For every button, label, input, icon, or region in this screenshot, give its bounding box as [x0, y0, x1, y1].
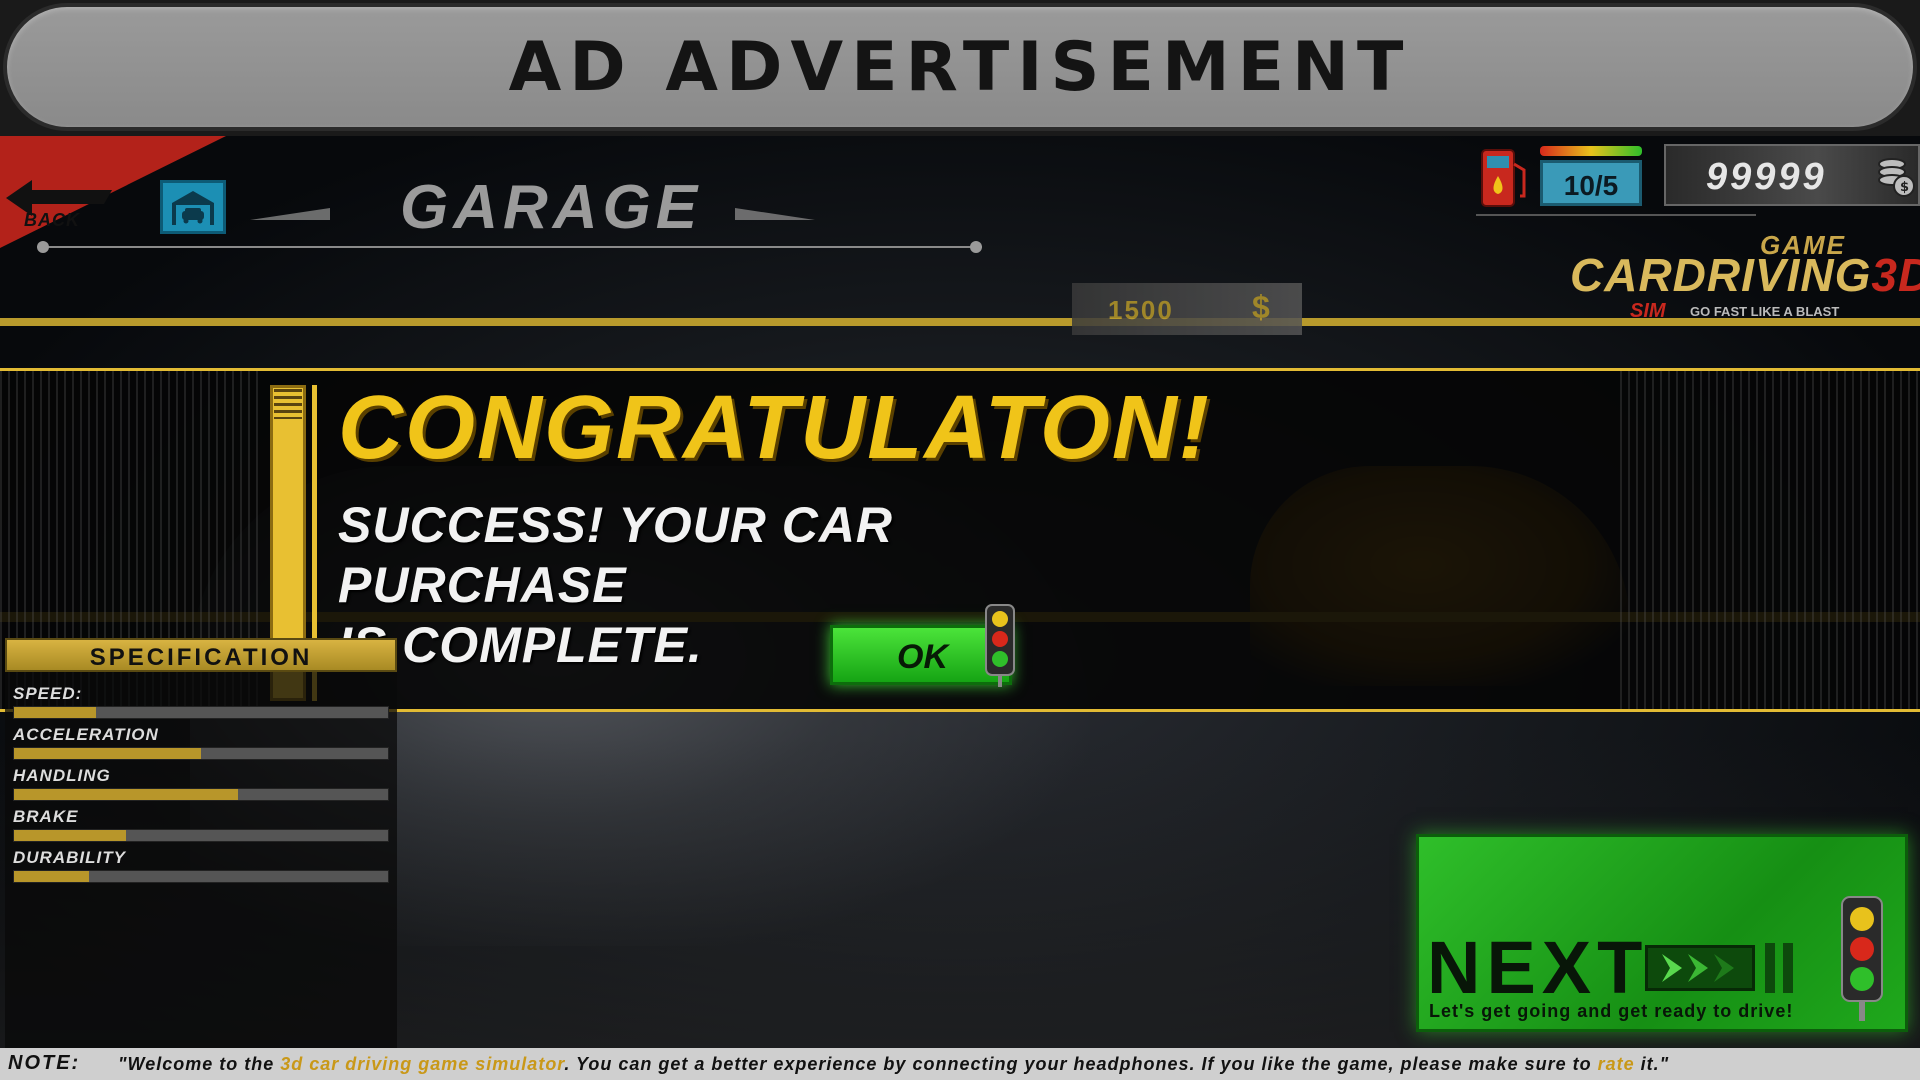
fuel-pump-icon — [1478, 146, 1530, 210]
ad-banner[interactable]: AD ADVERTISEMENT — [0, 0, 1920, 136]
back-button[interactable]: BACK — [6, 170, 116, 230]
specification-header: SPECIFICATION — [5, 638, 397, 672]
dialog-message-line2: IS COMPLETE. — [338, 617, 703, 673]
spec-bar-fill — [14, 748, 201, 759]
spec-label: BRAKE — [13, 807, 79, 826]
back-label: BACK — [24, 210, 80, 230]
game-screen: BACK GARAGE 10/5 99999 $ GAME CARDRIVING… — [0, 136, 1920, 1080]
title-dot-right — [970, 241, 982, 253]
note-bar: NOTE: "Welcome to the 3d car driving gam… — [0, 1048, 1920, 1080]
next-label: NEXT — [1427, 926, 1649, 1009]
spec-bar — [13, 870, 389, 883]
note-highlight-rate: rate — [1597, 1054, 1635, 1074]
title-decoration-left — [250, 208, 330, 220]
car-price-tag: 1500 $ — [1072, 283, 1302, 335]
dollar-icon: $ — [1252, 289, 1270, 325]
title-decoration-right — [735, 208, 815, 220]
spec-row: DURABILITY — [13, 848, 397, 888]
spec-bar — [13, 706, 389, 719]
spec-label: HANDLING — [13, 766, 111, 785]
note-highlight-game: 3d car driving game simulator — [280, 1054, 565, 1074]
dialog-title: CONGRATULATON! — [338, 378, 1211, 478]
svg-text:$: $ — [1900, 180, 1909, 195]
coin-count: 99999 — [1706, 156, 1827, 198]
fuel-counter: 10/5 — [1540, 160, 1642, 206]
spec-bar-fill — [14, 707, 97, 718]
coin-balance[interactable]: 99999 $ — [1664, 144, 1920, 206]
spec-label: ACCELERATION — [13, 725, 159, 744]
spec-bar-fill — [14, 830, 127, 841]
traffic-light-icon — [982, 603, 1018, 692]
title-dot-left — [37, 241, 49, 253]
coins-icon: $ — [1876, 154, 1916, 203]
dialog-stripes-right — [1620, 371, 1920, 709]
car-price: 1500 — [1108, 295, 1174, 325]
fuel-count: 10/5 — [1563, 170, 1619, 201]
spec-bar — [13, 788, 389, 801]
logo-tagline: GO FAST LIKE A BLAST — [1690, 304, 1840, 319]
logo-main-text: CARDRIVING3D — [1570, 249, 1920, 301]
dialog-accent-grip — [274, 389, 302, 419]
specification-panel: SPECIFICATION SPEED: ACCELERATION HANDLING… — [5, 638, 397, 1048]
note-text: "Welcome to the 3d car driving game simu… — [118, 1054, 1670, 1074]
spec-bar — [13, 829, 389, 842]
ok-label: OK — [897, 638, 948, 676]
next-decoration-bars — [1765, 943, 1799, 993]
next-subtitle: Let's get going and get ready to drive! — [1429, 1001, 1794, 1021]
gold-divider-top — [0, 318, 1920, 326]
page-title: GARAGE — [400, 173, 703, 242]
next-traffic-light-icon — [1837, 895, 1887, 1026]
spec-row: HANDLING — [13, 766, 397, 806]
spec-label: DURABILITY — [13, 848, 126, 867]
fuel-level-bar — [1540, 146, 1642, 156]
dialog-message-line1: SUCCESS! YOUR CAR PURCHASE — [338, 497, 894, 613]
spec-bar-fill — [14, 871, 89, 882]
spec-bar-fill — [14, 789, 239, 800]
garage-icon — [160, 180, 226, 234]
title-underline — [42, 246, 982, 248]
note-label: NOTE: — [8, 1052, 81, 1074]
dialog-message: SUCCESS! YOUR CAR PURCHASE IS COMPLETE. — [338, 495, 1138, 675]
back-arrow-shaft — [23, 190, 113, 204]
fast-forward-icon — [1645, 945, 1755, 991]
spec-label: SPEED: — [13, 684, 83, 703]
game-logo: GAME CARDRIVING3D SIM GO FAST LIKE A BLA… — [1570, 230, 1920, 322]
spec-row: BRAKE — [13, 807, 397, 847]
ad-title: AD ADVERTISEMENT — [508, 28, 1412, 107]
spec-row: SPEED: — [13, 684, 397, 724]
specification-title: SPECIFICATION — [89, 644, 313, 671]
spec-bar — [13, 747, 389, 760]
next-button[interactable]: NEXT Let's get going and get ready to dr… — [1416, 834, 1908, 1032]
header-divider — [1476, 214, 1756, 216]
spec-row: ACCELERATION — [13, 725, 397, 765]
